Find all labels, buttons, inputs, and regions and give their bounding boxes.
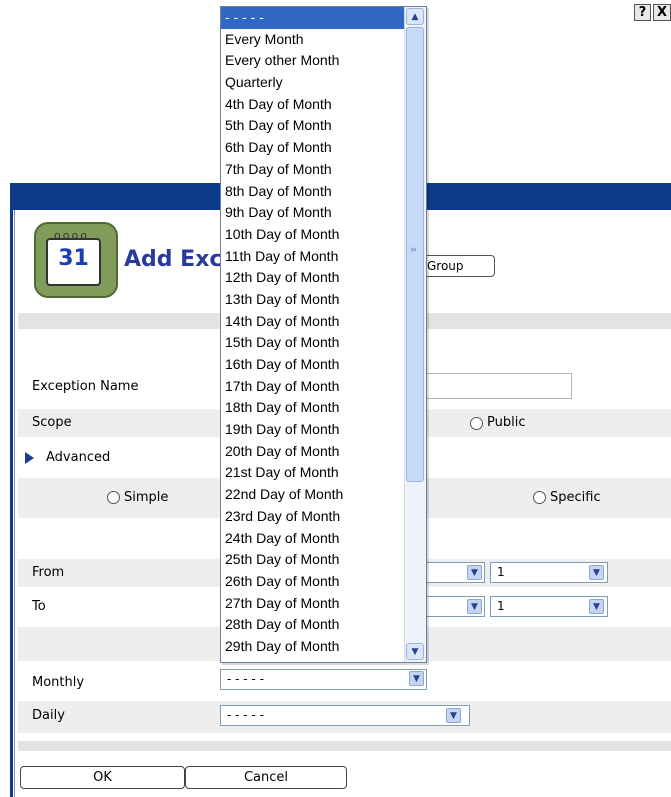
calendar-rings-icon: oooo (54, 229, 89, 242)
dropdown-option[interactable]: Quarterly (221, 72, 404, 94)
dropdown-option[interactable]: 14th Day of Month (221, 311, 404, 333)
dropdown-option[interactable]: 16th Day of Month (221, 354, 404, 376)
dropdown-option[interactable]: Every other Month (221, 50, 404, 72)
dropdown-option[interactable]: 5th Day of Month (221, 115, 404, 137)
dropdown-option[interactable]: 20th Day of Month (221, 441, 404, 463)
scope-label: Scope (32, 415, 72, 430)
dropdown-options: - - - - - Every Month Every other Month Qua… (221, 7, 404, 662)
dropdown-option[interactable]: Every Month (221, 29, 404, 51)
dropdown-option[interactable]: 23rd Day of Month (221, 506, 404, 528)
public-radio[interactable] (470, 417, 483, 430)
dropdown-option[interactable]: 24th Day of Month (221, 528, 404, 550)
dialog-border-inner (14, 210, 15, 797)
exception-name-field[interactable] (424, 373, 572, 399)
expand-arrow-icon[interactable] (25, 452, 34, 464)
simple-label: Simple (124, 490, 169, 505)
dropdown-option[interactable]: 28th Day of Month (221, 614, 404, 636)
specific-radio[interactable] (533, 491, 546, 504)
dialog-title: Add Exc (124, 247, 223, 272)
group-button[interactable]: Group (418, 255, 495, 277)
cancel-button[interactable]: Cancel (185, 766, 347, 789)
chevron-down-icon[interactable]: ▼ (467, 599, 482, 614)
dropdown-option[interactable]: 26th Day of Month (221, 571, 404, 593)
public-label: Public (487, 415, 526, 430)
dropdown-option[interactable]: 25th Day of Month (221, 549, 404, 571)
monthly-select[interactable]: - - - - - (220, 669, 427, 690)
dropdown-option[interactable]: 22nd Day of Month (221, 484, 404, 506)
from-label: From (32, 565, 65, 580)
to-label: To (32, 599, 46, 614)
dropdown-option[interactable]: 13th Day of Month (221, 289, 404, 311)
exception-name-label: Exception Name (32, 379, 139, 394)
chevron-down-icon[interactable]: ▼ (589, 599, 604, 614)
dropdown-option[interactable]: 18th Day of Month (221, 397, 404, 419)
dropdown-option[interactable]: 29th Day of Month (221, 636, 404, 658)
grip-icon: ≡ (410, 245, 417, 254)
ok-button[interactable]: OK (20, 766, 185, 789)
dropdown-option[interactable]: 6th Day of Month (221, 137, 404, 159)
dropdown-option[interactable]: - - - - - (221, 7, 404, 29)
scroll-down-icon[interactable]: ▼ (406, 643, 424, 660)
chevron-down-icon[interactable]: ▼ (589, 565, 604, 580)
specific-label: Specific (550, 490, 601, 505)
dropdown-option[interactable]: 12th Day of Month (221, 267, 404, 289)
chevron-down-icon[interactable]: ▼ (467, 565, 482, 580)
chevron-down-icon[interactable]: ▼ (409, 671, 424, 686)
calendar-day-number: 31 (58, 246, 89, 271)
dropdown-option[interactable]: 17th Day of Month (221, 376, 404, 398)
footer-separator (18, 741, 671, 751)
close-button[interactable]: X (653, 4, 671, 21)
dropdown-option[interactable]: 10th Day of Month (221, 224, 404, 246)
daily-select[interactable]: - - - - - (220, 705, 470, 726)
daily-label: Daily (32, 708, 65, 723)
dialog-border (10, 210, 13, 797)
scroll-up-icon[interactable]: ▲ (406, 8, 424, 25)
dropdown-option[interactable]: 8th Day of Month (221, 181, 404, 203)
dropdown-option[interactable]: 4th Day of Month (221, 94, 404, 116)
dropdown-option[interactable]: 9th Day of Month (221, 202, 404, 224)
dropdown-option[interactable]: 21st Day of Month (221, 462, 404, 484)
dropdown-option[interactable]: 15th Day of Month (221, 332, 404, 354)
dropdown-option[interactable]: 7th Day of Month (221, 159, 404, 181)
monthly-label: Monthly (32, 675, 85, 690)
scrollbar-thumb[interactable] (406, 27, 424, 482)
dropdown-option[interactable]: 11th Day of Month (221, 246, 404, 268)
chevron-down-icon[interactable]: ▼ (446, 708, 461, 723)
dropdown-option[interactable]: 19th Day of Month (221, 419, 404, 441)
dropdown-option[interactable]: 27th Day of Month (221, 593, 404, 615)
simple-radio[interactable] (107, 491, 120, 504)
help-button[interactable]: ? (634, 4, 651, 21)
advanced-toggle[interactable]: Advanced (46, 450, 110, 465)
